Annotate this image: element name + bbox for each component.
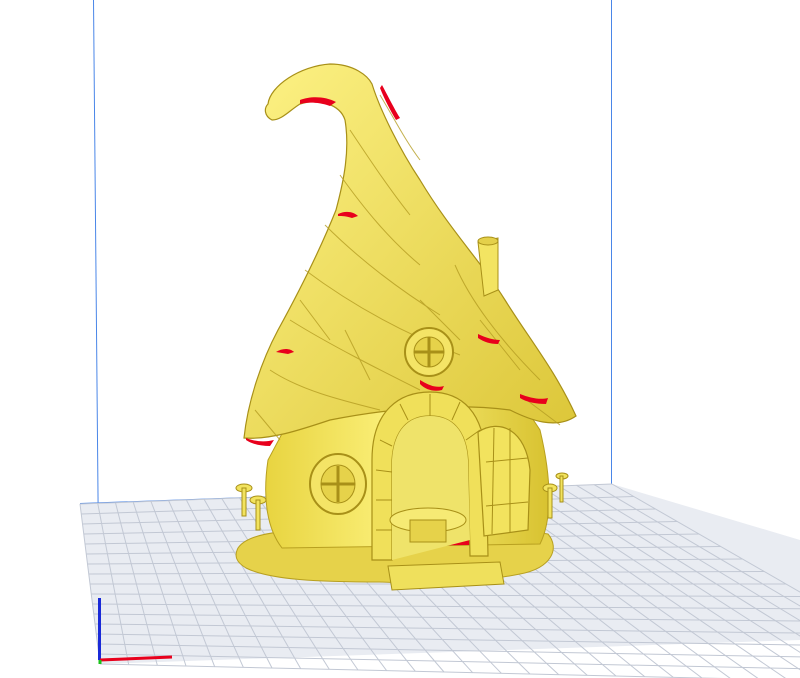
3d-viewport[interactable] bbox=[0, 0, 800, 678]
scene-svg bbox=[79, 0, 800, 678]
model-door bbox=[477, 425, 531, 537]
model-window-lower bbox=[309, 453, 367, 515]
grid-line bbox=[98, 653, 800, 670]
model-roof bbox=[243, 63, 577, 439]
model-fairy-house[interactable] bbox=[235, 63, 577, 591]
model-window-upper bbox=[404, 327, 454, 377]
model-door-arch bbox=[371, 391, 489, 561]
